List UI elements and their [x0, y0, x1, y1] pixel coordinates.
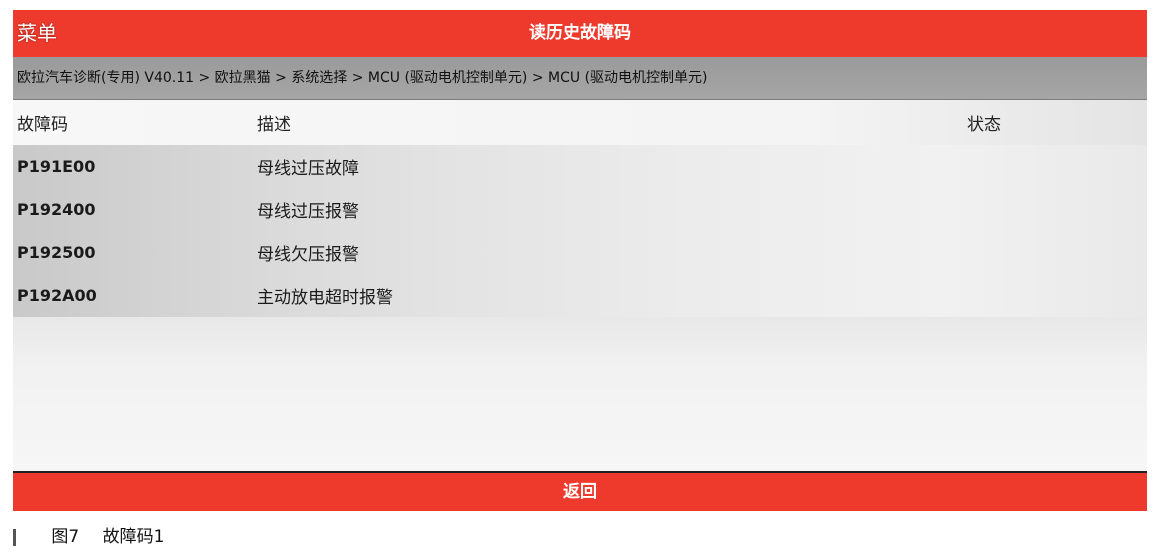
empty-list-area [13, 317, 1147, 473]
diagnostic-screen: 菜单 读历史故障码 欧拉汽车诊断(专用) V40.11 > 欧拉黑猫 > 系统选… [13, 10, 1147, 511]
bottom-bar: 返回 [13, 473, 1147, 511]
column-header-description: 描述 [257, 115, 291, 135]
caption-figure-number: 图7 [51, 527, 80, 547]
table-row[interactable]: P192500 母线欠压报警 [13, 231, 1147, 274]
fault-code: P192500 [17, 243, 96, 262]
table-header: 故障码 描述 状态 [13, 100, 1147, 146]
table-row[interactable]: P192A00 主动放电超时报警 [13, 274, 1147, 317]
fault-description: 母线过压报警 [257, 202, 359, 222]
top-bar: 菜单 读历史故障码 [13, 10, 1147, 57]
fault-description: 母线过压故障 [257, 159, 359, 179]
fault-description: 主动放电超时报警 [257, 288, 393, 308]
fault-code: P192400 [17, 200, 96, 219]
table-row[interactable]: P192400 母线过压报警 [13, 188, 1147, 231]
column-header-code: 故障码 [17, 115, 68, 135]
caption-marker [13, 528, 16, 546]
table-row[interactable]: P191E00 母线过压故障 [13, 145, 1147, 188]
fault-code-list: P191E00 母线过压故障 P192400 母线过压报警 P192500 母线… [13, 145, 1147, 317]
caption-title: 故障码1 [102, 527, 165, 547]
fault-code: P192A00 [17, 286, 97, 305]
breadcrumb: 欧拉汽车诊断(专用) V40.11 > 欧拉黑猫 > 系统选择 > MCU (驱… [13, 57, 1147, 100]
column-header-status: 状态 [967, 115, 1001, 135]
fault-code: P191E00 [17, 157, 96, 176]
page-title: 读历史故障码 [529, 23, 631, 43]
fault-description: 母线欠压报警 [257, 245, 359, 265]
figure-caption: 图7 故障码1 [13, 526, 164, 548]
back-button[interactable]: 返回 [13, 473, 1147, 511]
